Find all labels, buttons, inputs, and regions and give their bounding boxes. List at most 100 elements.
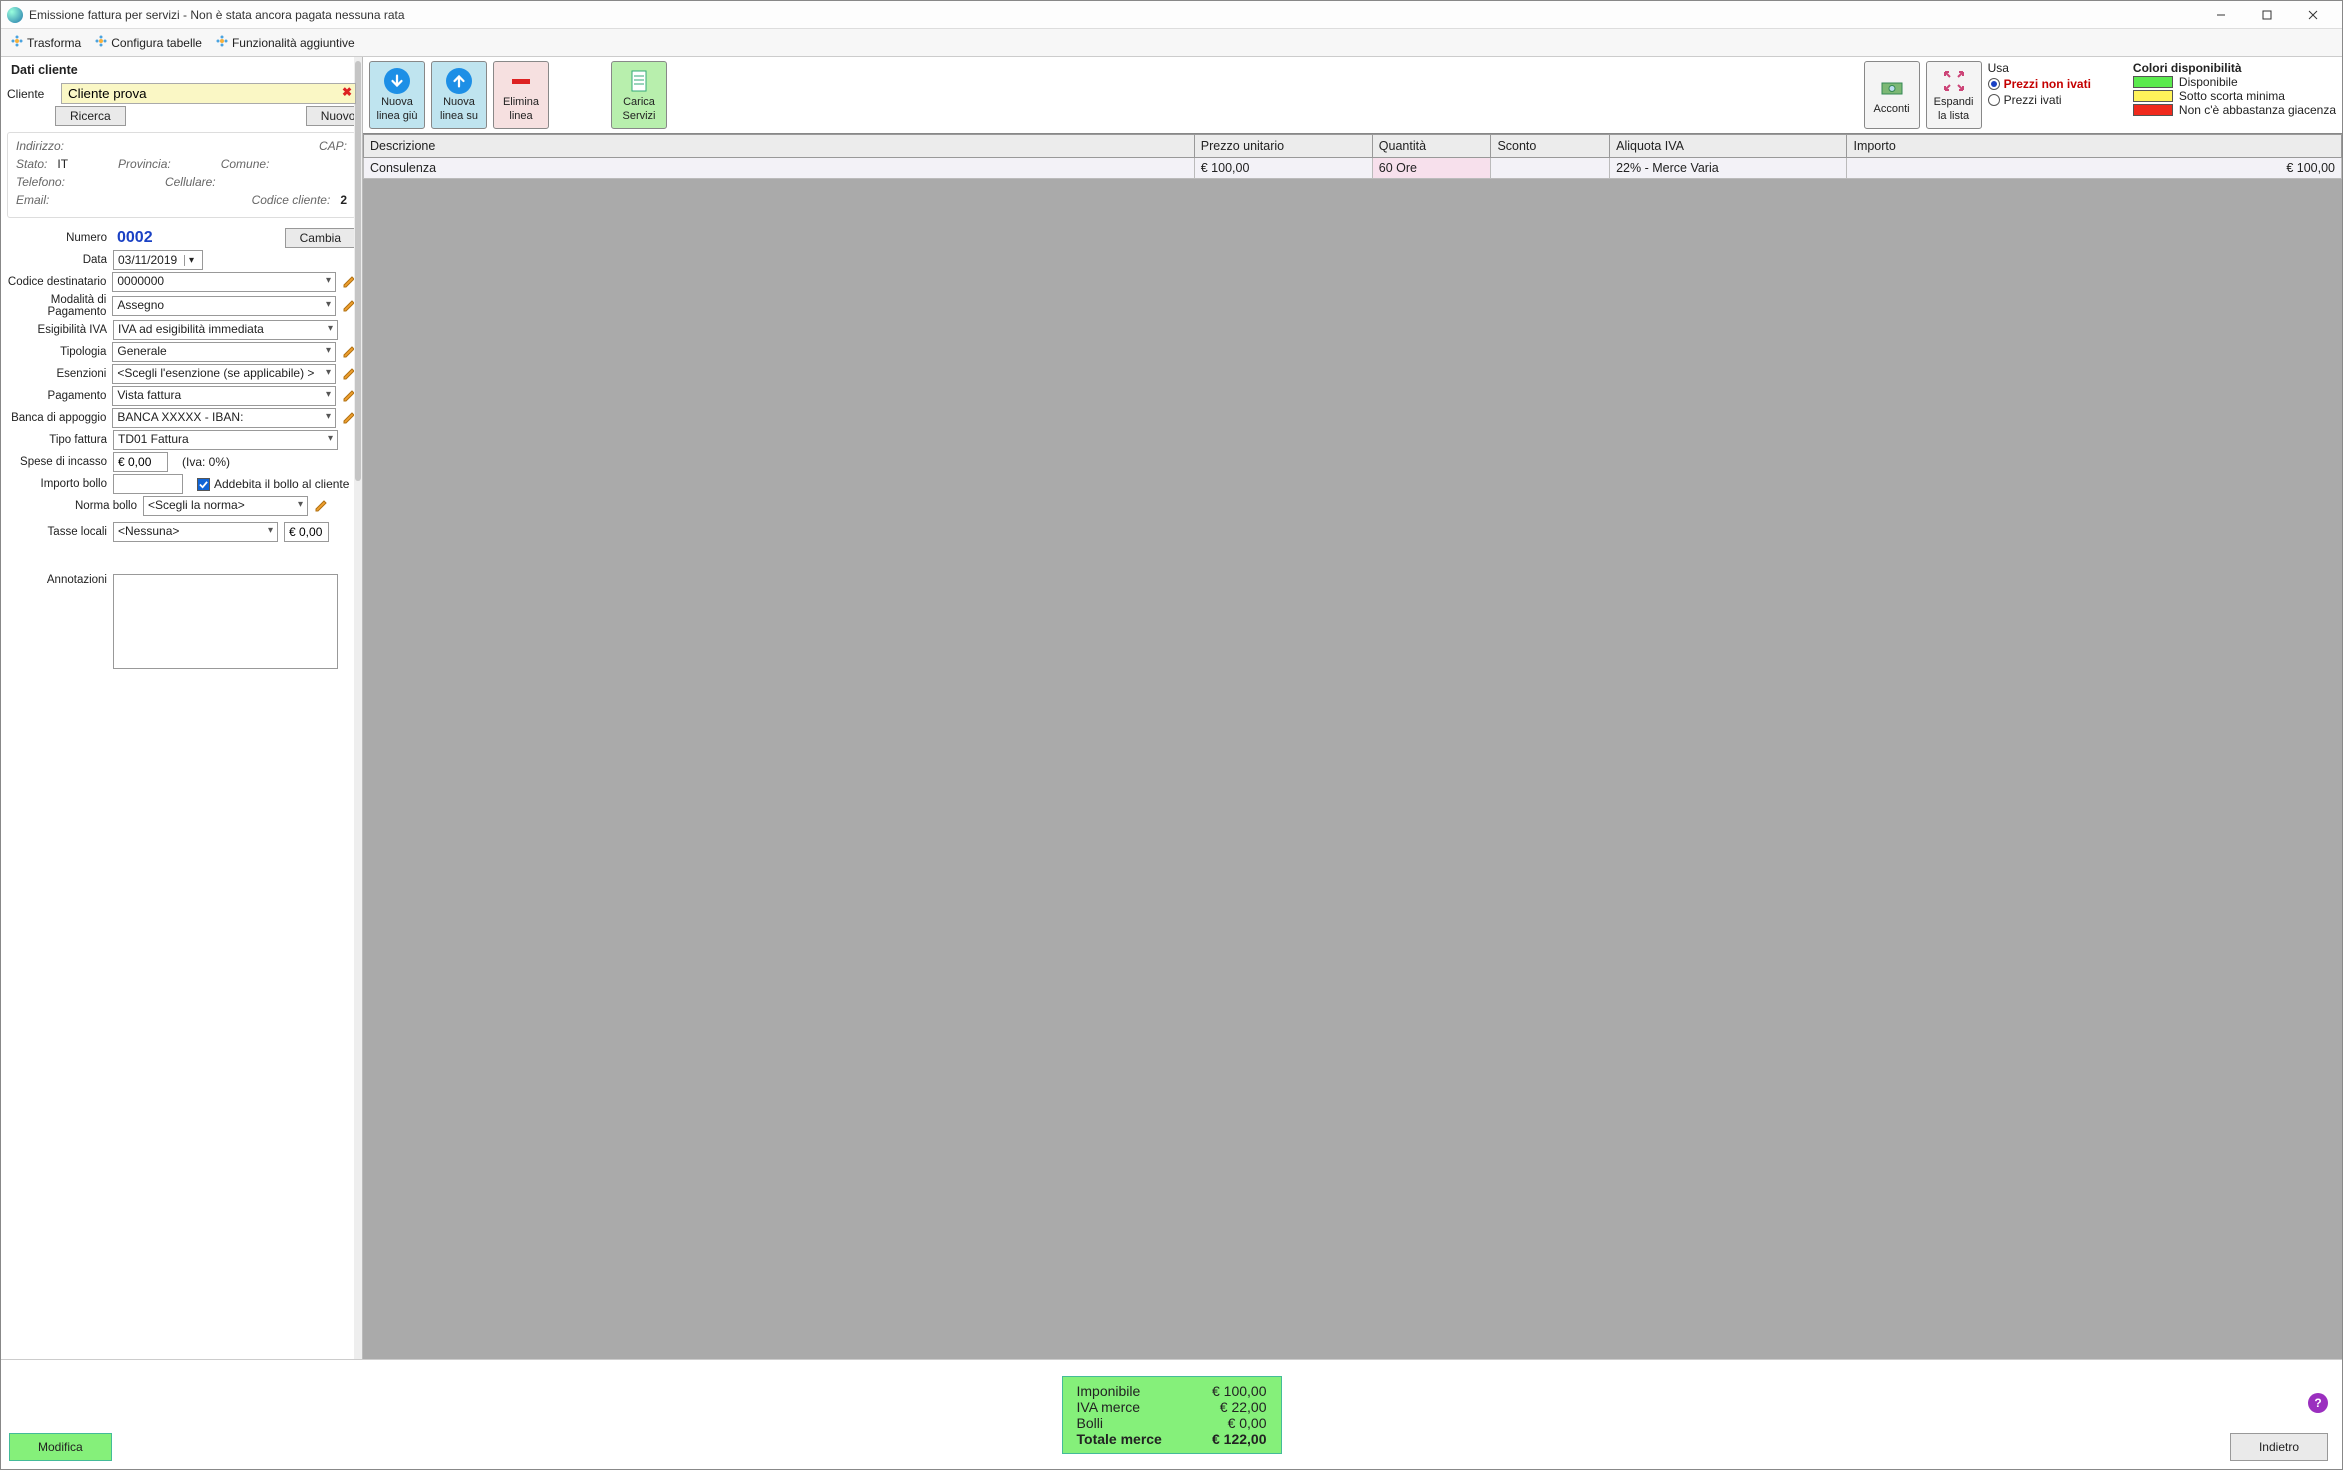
- swatch-yellow: [2133, 90, 2173, 102]
- radio-prezzi-non-ivati[interactable]: Prezzi non ivati: [1988, 77, 2091, 91]
- modifica-button[interactable]: Modifica: [9, 1433, 112, 1461]
- tool-label: Nuova: [381, 96, 413, 108]
- data-picker[interactable]: 03/11/2019 ▾: [113, 250, 203, 270]
- banca-label: Banca di appoggio: [7, 412, 106, 424]
- tipologia-select[interactable]: Generale: [112, 342, 336, 362]
- pagamento-value: Vista fattura: [117, 388, 181, 402]
- menubar: Trasforma Configura tabelle Funzionalità…: [1, 29, 2342, 57]
- col-importo[interactable]: Importo: [1847, 135, 2342, 158]
- cell-prezzo[interactable]: € 100,00: [1194, 158, 1372, 179]
- modalita-pagamento-select[interactable]: Assegno: [112, 296, 336, 316]
- numero-value: 0002: [117, 229, 153, 247]
- tipo-fattura-select[interactable]: TD01 Fattura: [113, 430, 338, 450]
- cliente-label: Cliente: [7, 87, 55, 101]
- panel-title: Dati cliente: [7, 61, 356, 79]
- legend-title: Colori disponibilità: [2133, 61, 2336, 75]
- tasse-locali-amount[interactable]: [284, 522, 329, 542]
- minimize-button[interactable]: [2198, 1, 2244, 29]
- provincia-label: Provincia:: [118, 157, 171, 171]
- cell-sconto[interactable]: [1491, 158, 1610, 179]
- cambia-button[interactable]: Cambia: [285, 228, 356, 248]
- importo-bollo-input[interactable]: [113, 474, 183, 494]
- cell-qty[interactable]: 60 Ore: [1372, 158, 1491, 179]
- tasse-locali-value: <Nessuna>: [118, 524, 179, 538]
- flower-icon: [11, 35, 23, 50]
- clear-client-icon[interactable]: ✖: [342, 85, 352, 99]
- codice-destinatario-value: 0000000: [117, 274, 164, 288]
- maximize-button[interactable]: [2244, 1, 2290, 29]
- document-icon: [626, 68, 652, 94]
- col-quantita[interactable]: Quantità: [1372, 135, 1491, 158]
- espandi-lista-button[interactable]: Espandi la lista: [1926, 61, 1982, 129]
- cell-importo[interactable]: € 100,00: [1847, 158, 2342, 179]
- codice-destinatario-select[interactable]: 0000000: [112, 272, 336, 292]
- data-value: 03/11/2019: [118, 253, 182, 267]
- cell-iva[interactable]: 22% - Merce Varia: [1610, 158, 1847, 179]
- legend-label: Non c'è abbastanza giacenza: [2179, 103, 2336, 117]
- esenzioni-select[interactable]: <Scegli l'esenzione (se applicabile) >: [112, 364, 336, 384]
- data-grid[interactable]: Descrizione Prezzo unitario Quantità Sco…: [363, 133, 2342, 1359]
- tool-label: Espandi: [1934, 96, 1974, 108]
- cell-desc[interactable]: Consulenza: [364, 158, 1195, 179]
- col-iva[interactable]: Aliquota IVA: [1610, 135, 1847, 158]
- banca-select[interactable]: BANCA XXXXX - IBAN:: [112, 408, 336, 428]
- tool-label: linea: [509, 110, 532, 122]
- esigibilita-value: IVA ad esigibilità immediata: [118, 322, 264, 336]
- radio-checked-icon: [1988, 78, 2000, 90]
- elimina-linea-button[interactable]: Elimina linea: [493, 61, 549, 129]
- radio-prezzi-ivati[interactable]: Prezzi ivati: [1988, 93, 2091, 107]
- modalita-pagamento-value: Assegno: [117, 298, 164, 312]
- stato-value: IT: [57, 157, 68, 171]
- ricerca-button[interactable]: Ricerca: [55, 106, 126, 126]
- addebita-checkbox[interactable]: Addebita il bollo al cliente: [197, 477, 349, 491]
- radio-unchecked-icon: [1988, 94, 2000, 106]
- spese-incasso-input[interactable]: [113, 452, 168, 472]
- tasse-locali-select[interactable]: <Nessuna>: [113, 522, 278, 542]
- indirizzo-label: Indirizzo:: [16, 139, 64, 153]
- arrow-up-icon: [446, 68, 472, 94]
- nuova-linea-giu-button[interactable]: Nuova linea giù: [369, 61, 425, 129]
- chevron-down-icon[interactable]: ▾: [184, 255, 198, 266]
- esenzioni-value: <Scegli l'esenzione (se applicabile) >: [117, 366, 314, 380]
- iva-value: € 22,00: [1220, 1399, 1267, 1415]
- nuova-linea-su-button[interactable]: Nuova linea su: [431, 61, 487, 129]
- app-icon: [7, 7, 23, 23]
- email-label: Email:: [16, 193, 49, 207]
- flower-icon: [95, 35, 107, 50]
- indietro-button[interactable]: Indietro: [2230, 1433, 2328, 1461]
- scrollbar[interactable]: [354, 57, 362, 1359]
- swatch-red: [2133, 104, 2173, 116]
- spese-iva-label: (Iva: 0%): [182, 455, 230, 469]
- carica-servizi-button[interactable]: Carica Servizi: [611, 61, 667, 129]
- usa-title: Usa: [1988, 61, 2091, 75]
- spese-incasso-label: Spese di incasso: [7, 456, 107, 468]
- help-button[interactable]: ?: [2308, 1393, 2328, 1413]
- tool-label: linea su: [440, 110, 478, 122]
- annotazioni-textarea[interactable]: [113, 574, 338, 669]
- esigibilita-label: Esigibilità IVA: [7, 324, 107, 336]
- menu-configura[interactable]: Configura tabelle: [95, 35, 202, 50]
- iva-label: IVA merce: [1077, 1399, 1141, 1415]
- tipologia-label: Tipologia: [7, 346, 106, 358]
- pencil-icon[interactable]: [314, 499, 328, 513]
- table-row[interactable]: Consulenza € 100,00 60 Ore 22% - Merce V…: [364, 158, 2342, 179]
- col-prezzo[interactable]: Prezzo unitario: [1194, 135, 1372, 158]
- menu-funzionalita[interactable]: Funzionalità aggiuntive: [216, 35, 355, 50]
- imponibile-value: € 100,00: [1212, 1383, 1267, 1399]
- arrow-down-icon: [384, 68, 410, 94]
- menu-trasforma[interactable]: Trasforma: [11, 35, 81, 50]
- cliente-input[interactable]: [61, 83, 356, 104]
- close-button[interactable]: [2290, 1, 2336, 29]
- col-descrizione[interactable]: Descrizione: [364, 135, 1195, 158]
- pagamento-label: Pagamento: [7, 390, 106, 402]
- codice-cliente-value: 2: [340, 193, 347, 207]
- esigibilita-select[interactable]: IVA ad esigibilità immediata: [113, 320, 338, 340]
- totals-box: Imponibile€ 100,00 IVA merce€ 22,00 Boll…: [1062, 1376, 1282, 1454]
- pagamento-select[interactable]: Vista fattura: [112, 386, 336, 406]
- norma-bollo-select[interactable]: <Scegli la norma>: [143, 496, 308, 516]
- legend: Colori disponibilità Disponibile Sotto s…: [2133, 61, 2336, 117]
- totale-label: Totale merce: [1077, 1431, 1162, 1447]
- acconti-button[interactable]: Acconti: [1864, 61, 1920, 129]
- col-sconto[interactable]: Sconto: [1491, 135, 1610, 158]
- titlebar: Emissione fattura per servizi - Non è st…: [1, 1, 2342, 29]
